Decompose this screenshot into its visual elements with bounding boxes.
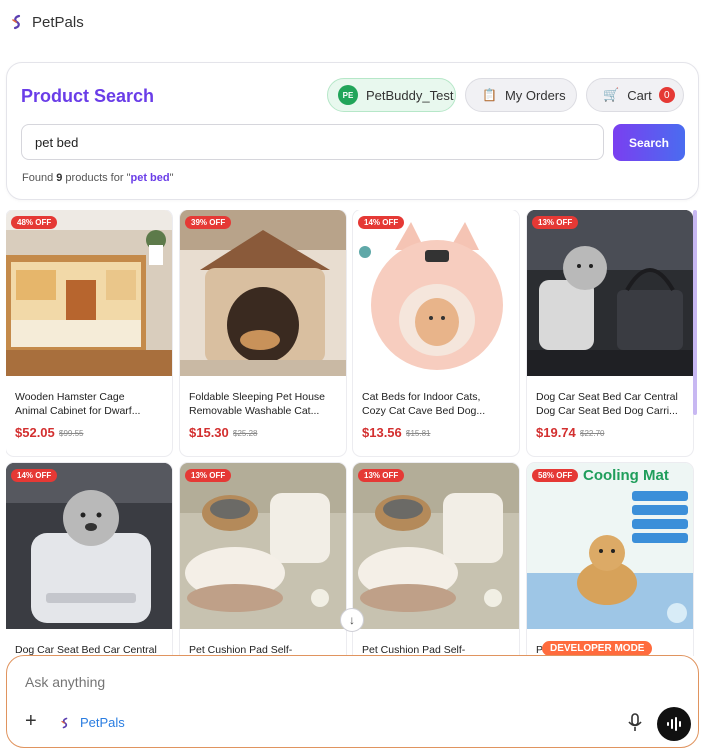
product-card[interactable]: Cooling Mat 58% OFF P xyxy=(527,463,693,656)
avatar: PE xyxy=(338,85,358,105)
cart-count-badge: 0 xyxy=(658,87,675,103)
discount-badge: 39% OFF xyxy=(185,216,232,229)
results-prefix: Found xyxy=(22,172,57,184)
product-search-panel: Product Search PE PetBuddy_Test 📋 My Ord… xyxy=(6,62,699,200)
petpals-logo-icon xyxy=(61,717,68,728)
product-price: $19.74 xyxy=(536,425,576,440)
discount-badge: 58% OFF xyxy=(532,469,579,482)
username-label: PetBuddy_Test xyxy=(366,87,454,103)
cart-label: Cart xyxy=(627,87,652,103)
original-price: $99.55 xyxy=(59,429,84,438)
results-summary: Found 9 products for "pet bed" xyxy=(22,172,174,184)
discount-badge: 13% OFF xyxy=(185,469,232,482)
product-card[interactable]: 13% OFF Dog Car Seat Bed Car Central Dog… xyxy=(527,210,693,456)
clipboard-icon: 📋 xyxy=(482,88,497,102)
cart-button[interactable]: 🛒 Cart 0 xyxy=(586,78,684,112)
product-image xyxy=(6,210,172,376)
product-card[interactable]: 14% OFF Dog Car Seat Bed Car Central xyxy=(6,463,172,656)
product-price: $15.30 xyxy=(189,425,229,440)
product-name: Dog Car Seat Bed Car Central Dog Car Sea… xyxy=(536,391,678,417)
search-input[interactable] xyxy=(21,124,604,160)
my-orders-button[interactable]: 📋 My Orders xyxy=(465,78,577,112)
results-suffix: " xyxy=(169,172,174,184)
original-price: $25.28 xyxy=(233,429,258,438)
product-image xyxy=(353,210,519,376)
search-button[interactable]: Search xyxy=(613,124,685,161)
cart-icon: 🛒 xyxy=(603,87,620,102)
product-image: Cooling Mat xyxy=(527,463,693,629)
product-card[interactable]: 48% OFF Wooden Hamster Cage Animal Cabin… xyxy=(6,210,172,456)
app-name: PetPals xyxy=(32,13,84,31)
cooling-mat-image-text: Cooling Mat xyxy=(583,467,669,484)
product-image xyxy=(527,210,693,376)
product-name: Cat Beds for Indoor Cats, Cozy Cat Cave … xyxy=(362,391,486,417)
product-card[interactable]: 14% OFF Cat Beds for Indoor Cats, Cozy C… xyxy=(353,210,519,456)
app-chip-label: PetPals xyxy=(80,715,125,730)
my-orders-label: My Orders xyxy=(504,87,566,103)
results-middle: products for " xyxy=(62,172,131,184)
discount-badge: 14% OFF xyxy=(11,469,58,482)
petpals-logo-icon xyxy=(12,14,21,30)
product-image xyxy=(180,210,346,376)
original-price: $22.70 xyxy=(580,429,605,438)
grid-scrollbar[interactable] xyxy=(693,210,697,415)
product-card[interactable]: 13% OFF Pet Cushion Pad Self- xyxy=(353,463,519,656)
product-grid: 48% OFF Wooden Hamster Cage Animal Cabin… xyxy=(6,210,694,656)
product-name: Wooden Hamster Cage Animal Cabinet for D… xyxy=(15,391,141,417)
discount-badge: 14% OFF xyxy=(358,216,405,229)
app-chip[interactable]: PetPals xyxy=(59,715,125,730)
product-price: $13.56 xyxy=(362,425,402,440)
discount-badge: 13% OFF xyxy=(532,216,579,229)
product-image xyxy=(180,463,346,629)
developer-mode-badge: DEVELOPER MODE xyxy=(542,641,653,656)
plus-icon[interactable]: + xyxy=(25,710,37,733)
original-price: $15.81 xyxy=(406,429,431,438)
product-price: $52.05 xyxy=(15,425,55,440)
user-chip[interactable]: PE PetBuddy_Test xyxy=(327,78,456,112)
product-name: Foldable Sleeping Pet House Removable Wa… xyxy=(189,391,326,417)
product-image xyxy=(6,463,172,629)
voice-waveform-icon xyxy=(667,717,681,731)
page-title: Product Search xyxy=(21,86,155,106)
scroll-down-button[interactable]: ↓ xyxy=(340,608,364,632)
results-query: pet bed xyxy=(130,172,170,184)
product-card[interactable]: 39% OFF Foldable Sleeping Pet House Remo… xyxy=(180,210,346,456)
microphone-icon[interactable] xyxy=(627,713,643,733)
product-image xyxy=(353,463,519,629)
discount-badge: 13% OFF xyxy=(358,469,405,482)
top-bar: PetPals xyxy=(0,0,706,44)
chat-composer: + PetPals xyxy=(6,655,699,748)
discount-badge: 48% OFF xyxy=(11,216,58,229)
voice-mode-button[interactable] xyxy=(657,707,691,741)
ask-input[interactable] xyxy=(25,674,525,690)
product-card[interactable]: 13% OFF Pet Cushion Pad Self- xyxy=(180,463,346,656)
arrow-down-icon: ↓ xyxy=(349,613,355,627)
